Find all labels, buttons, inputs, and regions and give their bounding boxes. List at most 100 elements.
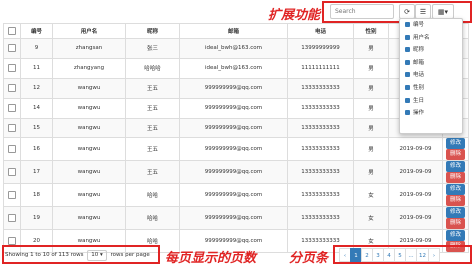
column-toggle-label: 昵称 <box>413 47 425 54</box>
cell-phone: 13333333333 <box>287 97 354 119</box>
cell-phone: 13333333333 <box>287 117 354 139</box>
column-toggle-label: 电话 <box>413 72 425 79</box>
column-toggle-item[interactable]: 昵称 <box>400 44 462 57</box>
refresh-icon: ⟳ <box>404 8 410 16</box>
cell-nickname: 哈哈 <box>125 206 180 231</box>
checkbox[interactable] <box>8 84 16 93</box>
cell-phone: 13999999999 <box>287 38 354 59</box>
checkbox[interactable] <box>8 168 16 177</box>
column-toggle-item[interactable]: 操作 <box>400 107 462 120</box>
checkbox[interactable] <box>8 44 16 53</box>
cell-email: 999999999@qq.com <box>179 206 288 231</box>
delete-button[interactable]: 删除 <box>445 149 465 161</box>
table-row[interactable]: 17 wangwu 王五 999999999@qq.com 13333333333 男 20… <box>3 160 469 185</box>
cell-select[interactable] <box>3 57 21 79</box>
cell-select[interactable] <box>3 38 21 59</box>
delete-button[interactable]: 删除 <box>445 218 465 230</box>
refresh-button[interactable]: ⟳ <box>399 4 415 19</box>
cell-select[interactable] <box>3 160 21 185</box>
cell-id: 14 <box>20 97 53 119</box>
cell-gender: 女 <box>353 183 389 208</box>
cell-select[interactable] <box>3 137 21 162</box>
list-toggle-icon: ☰ <box>419 8 427 16</box>
checkbox[interactable] <box>8 191 16 200</box>
checkbox-checked-icon[interactable] <box>405 59 410 65</box>
columns-dropdown-menu: 编号用户名昵称邮箱电话性别生日 操作 <box>399 18 463 134</box>
cell-gender: 男 <box>353 57 389 79</box>
checkbox-checked-icon[interactable] <box>405 84 410 90</box>
cell-nickname: 王五 <box>125 97 180 119</box>
annotation-box-pager <box>333 245 472 264</box>
checkbox[interactable] <box>8 214 16 223</box>
cell-phone: 13333333333 <box>287 206 354 231</box>
delete-button[interactable]: 删除 <box>445 172 465 184</box>
edit-button[interactable]: 修改 <box>445 230 465 242</box>
cell-select[interactable] <box>3 77 21 99</box>
checkbox-checked-icon[interactable] <box>405 22 410 27</box>
cell-actions: 修改删除 <box>442 160 469 185</box>
table-row[interactable]: 16 wangwu 王五 999999999@qq.com 13333333333 男 20… <box>3 137 469 162</box>
checkbox-checked-icon[interactable] <box>405 34 410 40</box>
checkbox-checked-icon[interactable] <box>405 97 410 103</box>
edit-button[interactable]: 修改 <box>445 161 465 173</box>
cell-gender: 男 <box>353 160 389 185</box>
cell-email: 999999999@qq.com <box>179 183 288 208</box>
cell-username: zhangsan <box>52 38 126 59</box>
edit-button[interactable]: 修改 <box>445 184 465 196</box>
cell-nickname: 张三 <box>125 38 180 59</box>
checkbox[interactable] <box>8 124 16 132</box>
cell-select[interactable] <box>3 97 21 119</box>
checkbox-checked-icon[interactable] <box>405 72 410 78</box>
cell-id: 19 <box>20 206 53 231</box>
header-id[interactable]: 编号 <box>20 23 53 39</box>
cell-birthday: 2019-09-09 <box>388 206 443 231</box>
cell-gender: 男 <box>353 117 389 139</box>
column-toggle-item[interactable]: 电话 <box>400 69 462 82</box>
column-toggle-item[interactable]: 用户名 <box>400 32 462 45</box>
checkbox[interactable] <box>8 27 16 35</box>
column-toggle-item[interactable]: 编号 <box>400 19 462 32</box>
column-toggle-label: 性别 <box>413 84 425 91</box>
toggle-view-button[interactable]: ☰ <box>415 4 431 19</box>
cell-username: wangwu <box>52 117 126 139</box>
cell-select[interactable] <box>3 206 21 231</box>
checkbox-checked-icon[interactable] <box>405 47 410 53</box>
edit-button[interactable]: 修改 <box>445 207 465 219</box>
checkbox[interactable] <box>8 145 16 154</box>
cell-select[interactable] <box>3 183 21 208</box>
columns-button[interactable]: ▦▾ <box>432 4 454 19</box>
column-toggle-item[interactable]: 性别 <box>400 82 462 95</box>
annotation-pagination: 分页条 <box>289 251 329 266</box>
cell-actions: 修改删除 <box>442 183 469 208</box>
column-toggle-item[interactable]: 生日 <box>400 95 462 108</box>
cell-email: 999999999@qq.com <box>179 137 288 162</box>
cell-phone: 13333333333 <box>287 160 354 185</box>
annotation-rows-per-page: 每页显示的页数 <box>165 251 257 266</box>
edit-button[interactable]: 修改 <box>445 138 465 150</box>
checkbox[interactable] <box>8 64 16 73</box>
header-phone[interactable]: 电话 <box>287 23 354 39</box>
cell-id: 18 <box>20 183 53 208</box>
table-row[interactable]: 18 wangwu 哈哈 999999999@qq.com 13333333333 女 20… <box>3 183 469 208</box>
cell-username: zhangyang <box>52 57 126 79</box>
table-row[interactable]: 19 wangwu 哈哈 999999999@qq.com 13333333333 女 20… <box>3 206 469 231</box>
search-input[interactable] <box>330 4 394 19</box>
cell-gender: 男 <box>353 137 389 162</box>
cell-id: 9 <box>20 38 53 59</box>
checkbox[interactable] <box>8 104 16 113</box>
column-toggle-item[interactable]: 邮箱 <box>400 57 462 70</box>
annotation-toolbar-ext: 扩展功能 <box>268 8 321 23</box>
header-nickname[interactable]: 昵称 <box>125 23 180 39</box>
cell-id: 16 <box>20 137 53 162</box>
column-toggle-label: 编号 <box>413 22 425 28</box>
cell-phone: 13333333333 <box>287 77 354 99</box>
checkbox-checked-icon[interactable] <box>405 110 410 116</box>
columns-grid-icon: ▦ <box>437 8 445 16</box>
delete-button[interactable]: 删除 <box>445 195 465 207</box>
header-select-all[interactable] <box>3 23 21 39</box>
header-gender[interactable]: 性别 <box>353 23 389 39</box>
header-email[interactable]: 邮箱 <box>179 23 288 39</box>
header-username[interactable]: 用户名 <box>52 23 126 39</box>
cell-select[interactable] <box>3 117 21 139</box>
cell-gender: 女 <box>353 206 389 231</box>
